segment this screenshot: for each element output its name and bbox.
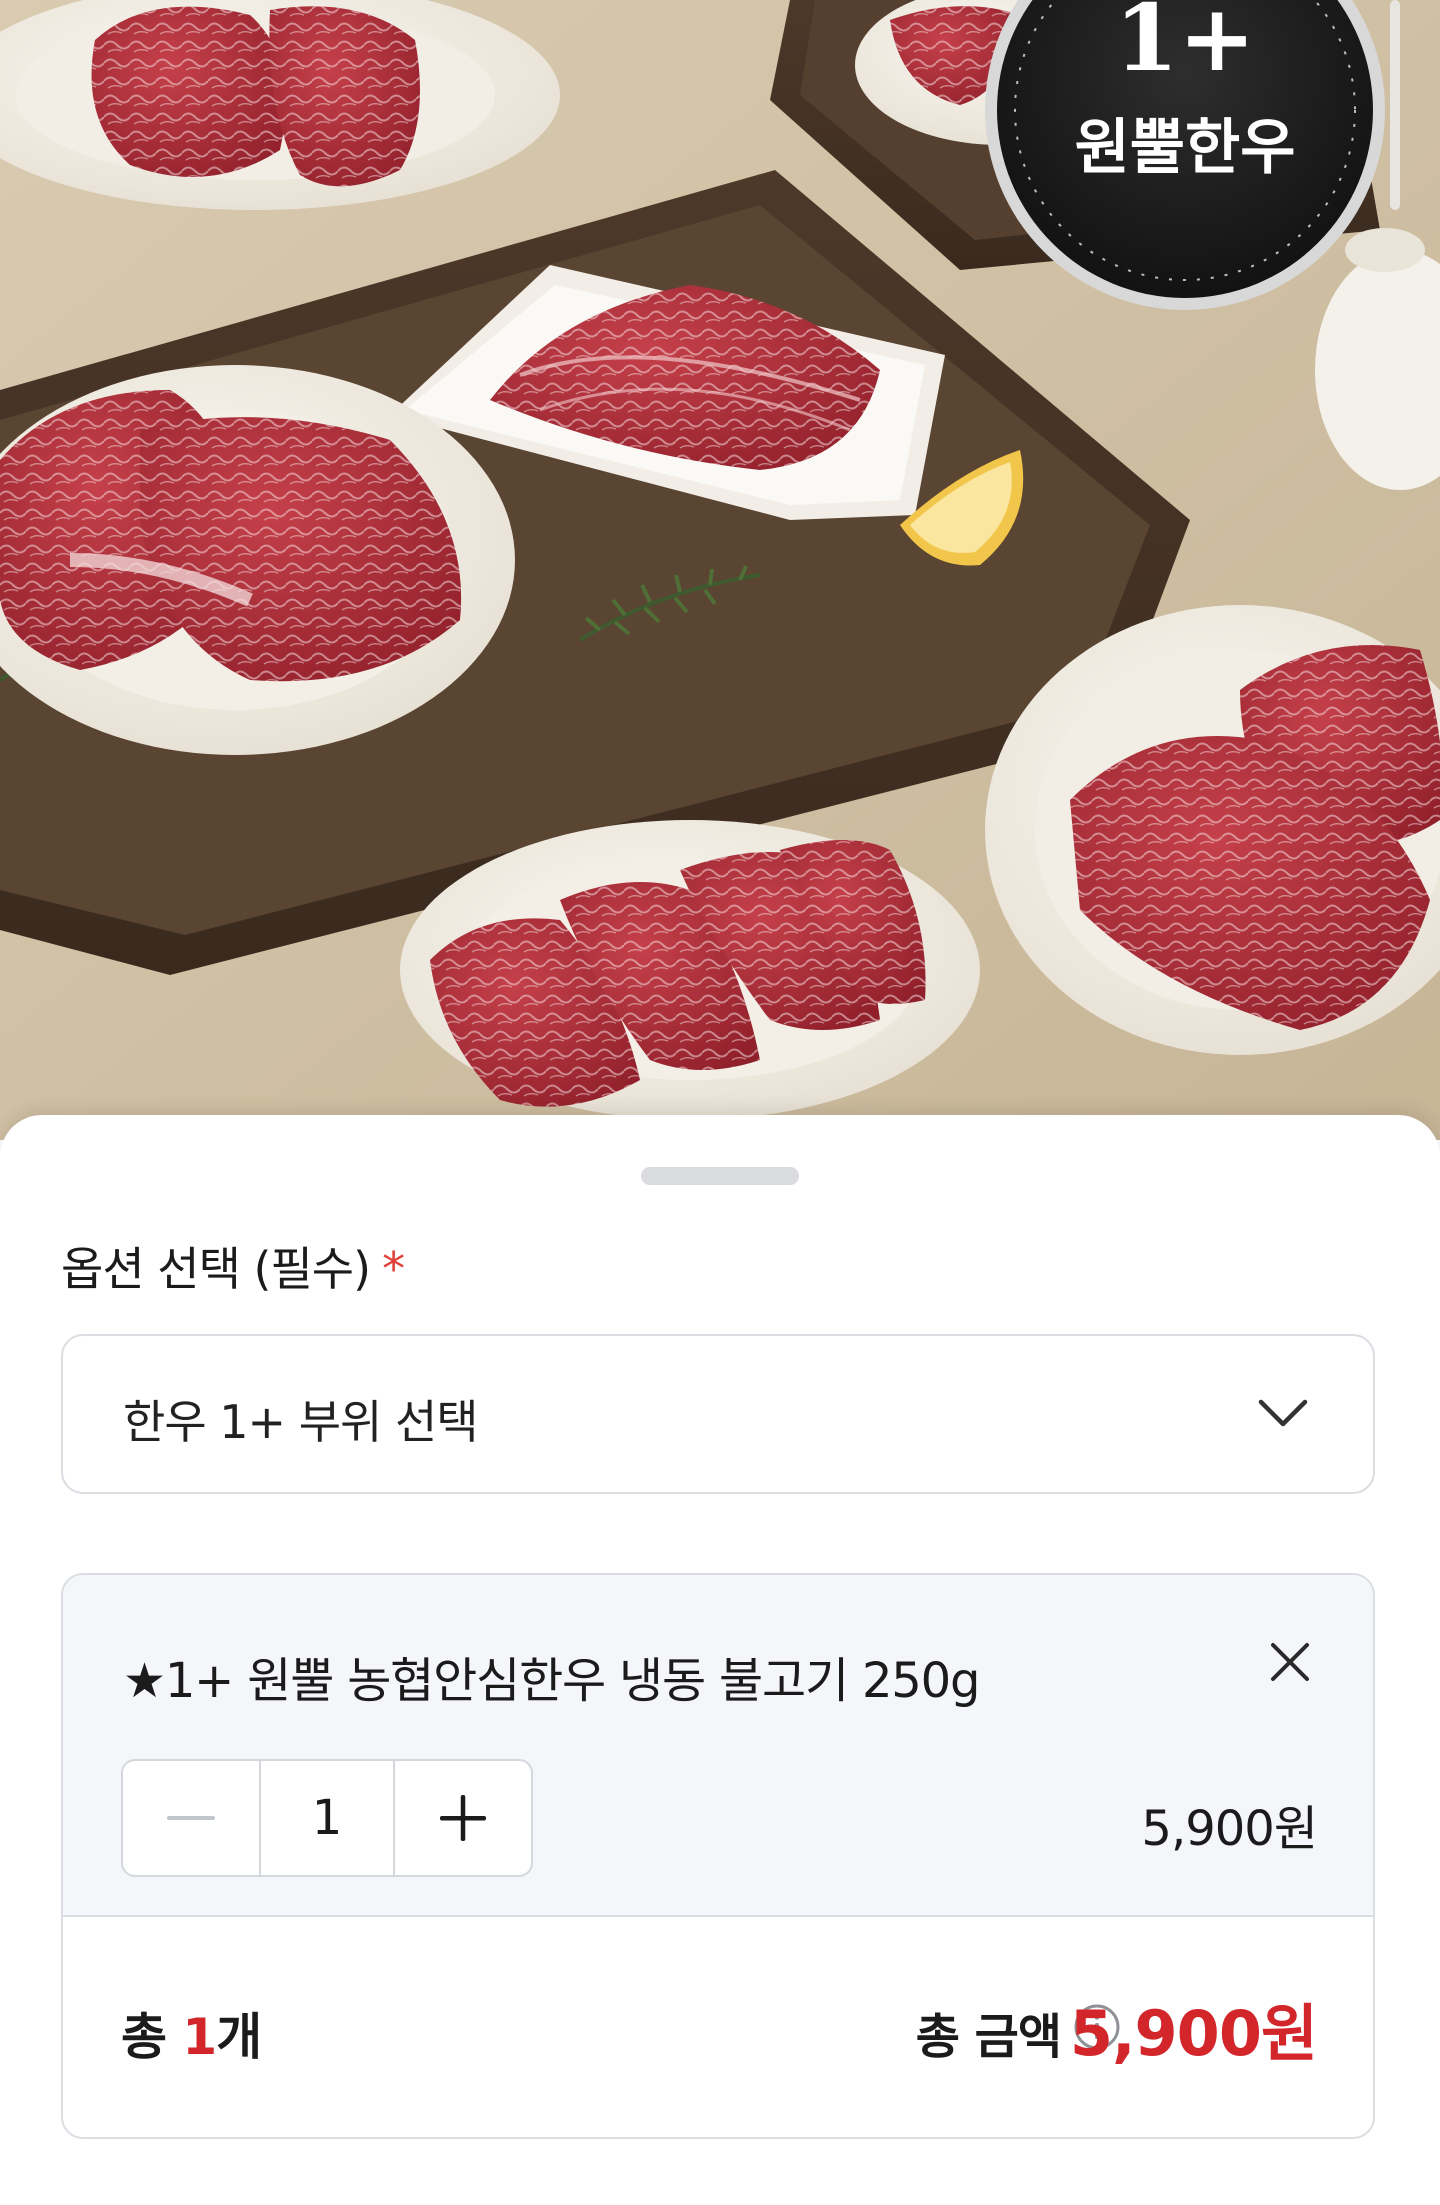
required-mark: * <box>382 1242 405 1296</box>
item-name: ★1+ 원뿔 농협안심한우 냉동 불고기 250g <box>123 1653 980 1709</box>
quantity-stepper: 1 <box>121 1759 533 1877</box>
sheet-drag-handle[interactable] <box>641 1167 799 1185</box>
product-image: 1+ 원뿔한우 <box>0 0 1440 1140</box>
increase-button[interactable] <box>395 1761 531 1875</box>
item-price: 5,900원 <box>1141 1801 1318 1857</box>
total-count-suffix: 개 <box>216 2008 262 2066</box>
close-icon[interactable] <box>1265 1637 1315 1687</box>
chevron-down-icon <box>1258 1399 1308 1427</box>
order-summary: 총 1개 총 금액 5,900원 <box>63 1917 1373 2137</box>
total-count: 총 1개 <box>121 1997 262 2069</box>
plus-icon <box>440 1795 486 1841</box>
total-count-value: 1 <box>182 2008 217 2066</box>
selected-item: ★1+ 원뿔 농협안심한우 냉동 불고기 250g 1 5,900원 <box>63 1575 1373 1917</box>
total-count-prefix: 총 <box>121 2008 183 2066</box>
option-select[interactable]: 한우 1+ 부위 선택 <box>61 1334 1375 1494</box>
quantity-value[interactable]: 1 <box>259 1761 395 1875</box>
total-amount: 5,900원 <box>1069 1997 1318 2070</box>
option-section-label: 옵션 선택 (필수) <box>61 1242 371 1296</box>
minus-icon <box>167 1816 215 1820</box>
badge-text: 원뿔한우 <box>1075 113 1296 183</box>
option-section-title: 옵션 선택 (필수) * <box>61 1233 405 1299</box>
option-select-value: 한우 1+ 부위 선택 <box>123 1395 479 1449</box>
total-amount-label: 총 금액 <box>915 2009 1062 2065</box>
badge-grade: 1+ <box>1114 0 1255 92</box>
option-bottom-sheet: 옵션 선택 (필수) * 한우 1+ 부위 선택 ★1+ 원뿔 농협안심한우 냉동… <box>0 1115 1440 2205</box>
decrease-button[interactable] <box>123 1761 259 1875</box>
selected-item-card: ★1+ 원뿔 농협안심한우 냉동 불고기 250g 1 5,900원 총 1개 … <box>61 1573 1375 2139</box>
